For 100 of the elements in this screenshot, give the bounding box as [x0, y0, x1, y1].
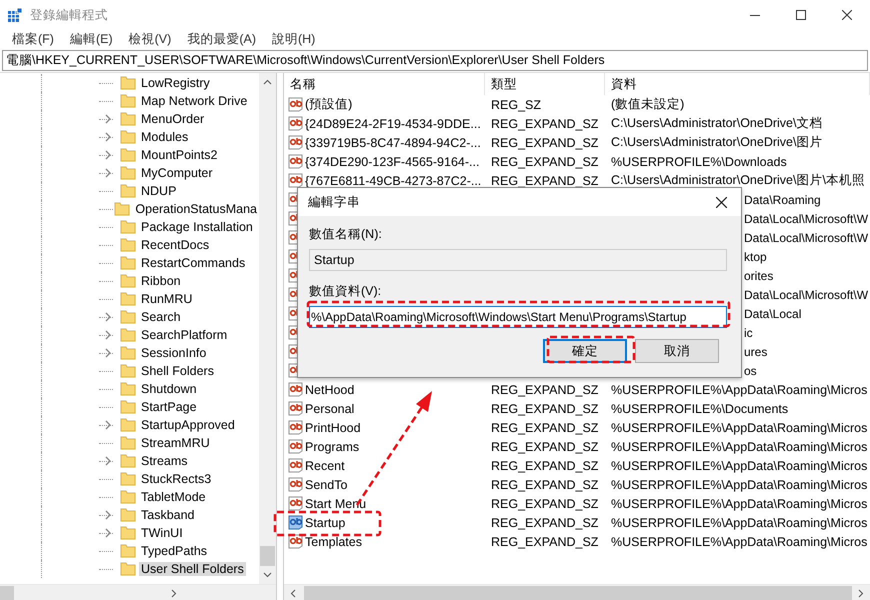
scroll-left-icon[interactable] — [290, 589, 296, 598]
tree-item[interactable]: Streams — [139, 454, 190, 468]
tree-item[interactable]: TWinUI — [139, 526, 185, 540]
table-cell: Data\Local\Microsoft\W — [744, 212, 868, 226]
tree-item[interactable]: User Shell Folders — [139, 562, 246, 576]
address-field[interactable]: 電腦\HKEY_CURRENT_USER\SOFTWARE\Microsoft\Windows\CurrentVersion\Explorer\User Shell Folders — [2, 50, 868, 71]
horizontal-scrollbar[interactable] — [0, 584, 276, 600]
value-name[interactable]: Startup — [305, 516, 346, 530]
value-name[interactable]: Templates — [305, 534, 362, 548]
tree-item[interactable]: StartupApproved — [139, 418, 237, 432]
close-icon[interactable] — [842, 10, 852, 20]
tree-item[interactable]: MyComputer — [139, 166, 215, 180]
table-cell: Data\Local\Microsoft\W — [744, 230, 868, 244]
table-cell: ktop — [744, 250, 767, 264]
table-cell-text: %USERPROFILE%\AppData\Roaming\Micros — [610, 458, 868, 472]
menu-item[interactable]: 檢視(V) — [120, 30, 180, 48]
value-name[interactable]: {767E6811-49CB-4273-87C2-... — [305, 174, 482, 188]
vertical-scrollbar[interactable] — [259, 73, 276, 584]
folder-icon — [120, 219, 136, 235]
table-cell-text: %USERPROFILE%\AppData\Roaming\Micros — [610, 496, 868, 510]
dialog-button[interactable]: 確定 — [543, 339, 627, 363]
value-name[interactable]: (預設值) — [305, 96, 352, 113]
tree-item[interactable]: MountPoints2 — [139, 148, 220, 162]
tree-item[interactable]: LowRegistry — [139, 76, 212, 90]
folder-icon — [120, 435, 136, 451]
folder-icon — [120, 345, 136, 361]
tree-item[interactable]: StreamMRU — [139, 436, 212, 450]
table-cell-text: REG_EXPAND_SZ — [490, 174, 600, 188]
tree-item[interactable]: RestartCommands — [139, 256, 248, 270]
tree-item[interactable]: OperationStatusMana — [133, 202, 259, 216]
table-cell-text: C:\Users\Administrator\OneDrive\文档 — [610, 115, 822, 132]
scroll-right-icon[interactable] — [171, 589, 177, 598]
scroll-down-icon[interactable] — [263, 572, 272, 578]
tree-item[interactable]: StartPage — [139, 400, 199, 414]
field-label: 數值資料(V): — [309, 283, 382, 300]
table-cell-text: %USERPROFILE%\AppData\Roaming\Micros — [610, 382, 868, 396]
tree-item[interactable]: Taskband — [139, 508, 197, 522]
folder-icon — [120, 489, 136, 505]
table-cell-text: %USERPROFILE%\Documents — [610, 402, 788, 416]
value-name[interactable]: PrintHood — [305, 420, 361, 434]
tree-item[interactable]: RecentDocs — [139, 238, 212, 252]
window-title: 登錄編輯程式 — [30, 6, 108, 24]
scroll-up-icon[interactable] — [263, 79, 272, 85]
value-name[interactable]: Personal — [305, 402, 354, 416]
folder-icon — [120, 507, 136, 523]
tree-item[interactable]: Shell Folders — [139, 364, 216, 378]
folder-icon — [120, 363, 136, 379]
folder-icon — [114, 201, 130, 217]
menu-item[interactable]: 檔案(F) — [4, 30, 62, 48]
folder-icon — [120, 525, 136, 541]
folder-icon — [120, 183, 136, 199]
tree-item[interactable]: Shutdown — [139, 382, 199, 396]
tree-item[interactable]: TypedPaths — [139, 544, 210, 558]
tree-item[interactable]: Ribbon — [139, 274, 183, 288]
tree-item[interactable]: Map Network Drive — [139, 94, 250, 108]
tree-item[interactable]: StuckRects3 — [139, 472, 214, 486]
value-name[interactable]: Recent — [305, 458, 345, 472]
value-name[interactable]: Programs — [305, 440, 360, 454]
tree-item[interactable]: SearchPlatform — [139, 328, 230, 342]
tree-item[interactable]: Search — [139, 310, 183, 324]
horizontal-scrollbar[interactable] — [284, 584, 870, 600]
table-cell: Data\Roaming — [744, 192, 821, 206]
column-header[interactable]: 資料 — [605, 73, 870, 95]
dialog-button[interactable]: 取消 — [635, 339, 719, 363]
tree-item[interactable]: Modules — [139, 130, 190, 144]
scroll-thumb[interactable] — [304, 586, 852, 600]
menu-item[interactable]: 編輯(E) — [62, 30, 121, 48]
folder-icon — [120, 237, 136, 253]
tree-item[interactable]: Package Installation — [139, 220, 255, 234]
value-name-field[interactable]: Startup — [309, 249, 727, 271]
value-name[interactable]: NetHood — [305, 382, 354, 396]
tree-item[interactable]: RunMRU — [139, 292, 194, 306]
tree-item[interactable]: TabletMode — [139, 490, 208, 504]
scroll-thumb[interactable] — [0, 586, 14, 600]
table-cell: os — [744, 364, 757, 378]
minimize-icon[interactable] — [750, 14, 760, 16]
menu-item[interactable]: 我的最愛(A) — [179, 30, 264, 48]
column-header[interactable]: 名稱 — [284, 73, 485, 95]
column-header[interactable]: 類型 — [485, 73, 605, 95]
table-cell-text: REG_EXPAND_SZ — [490, 154, 600, 168]
table-cell-text: %USERPROFILE%\AppData\Roaming\Micros — [610, 478, 868, 492]
tree-item[interactable]: MenuOrder — [139, 112, 206, 126]
close-icon[interactable] — [716, 196, 726, 208]
menu-item[interactable]: 說明(H) — [264, 30, 324, 48]
tree-item[interactable]: NDUP — [139, 184, 178, 198]
table-cell: Data\Local\Microsoft\W — [744, 288, 868, 302]
value-name[interactable]: {339719B5-8C47-4894-94C2-... — [305, 136, 481, 150]
value-name[interactable]: {24D89E24-2F19-4534-9DDE... — [305, 116, 481, 130]
value-name[interactable]: {374DE290-123F-4565-9164-... — [305, 154, 480, 168]
value-name[interactable]: Start Menu — [305, 496, 366, 510]
value-name[interactable]: SendTo — [305, 478, 348, 492]
tree-item[interactable]: SessionInfo — [139, 346, 208, 360]
scroll-thumb[interactable] — [260, 546, 275, 566]
table-cell-text: REG_EXPAND_SZ — [490, 516, 600, 530]
folder-icon — [120, 399, 136, 415]
table-cell-text: %USERPROFILE%\AppData\Roaming\Micros — [610, 440, 868, 454]
table-cell-text: REG_EXPAND_SZ — [490, 496, 600, 510]
maximize-icon[interactable] — [796, 10, 806, 20]
value-data-field[interactable]: %\AppData\Roaming\Microsoft\Windows\Start Menu\Programs\Startup — [309, 306, 727, 328]
scroll-right-icon[interactable] — [858, 589, 864, 598]
